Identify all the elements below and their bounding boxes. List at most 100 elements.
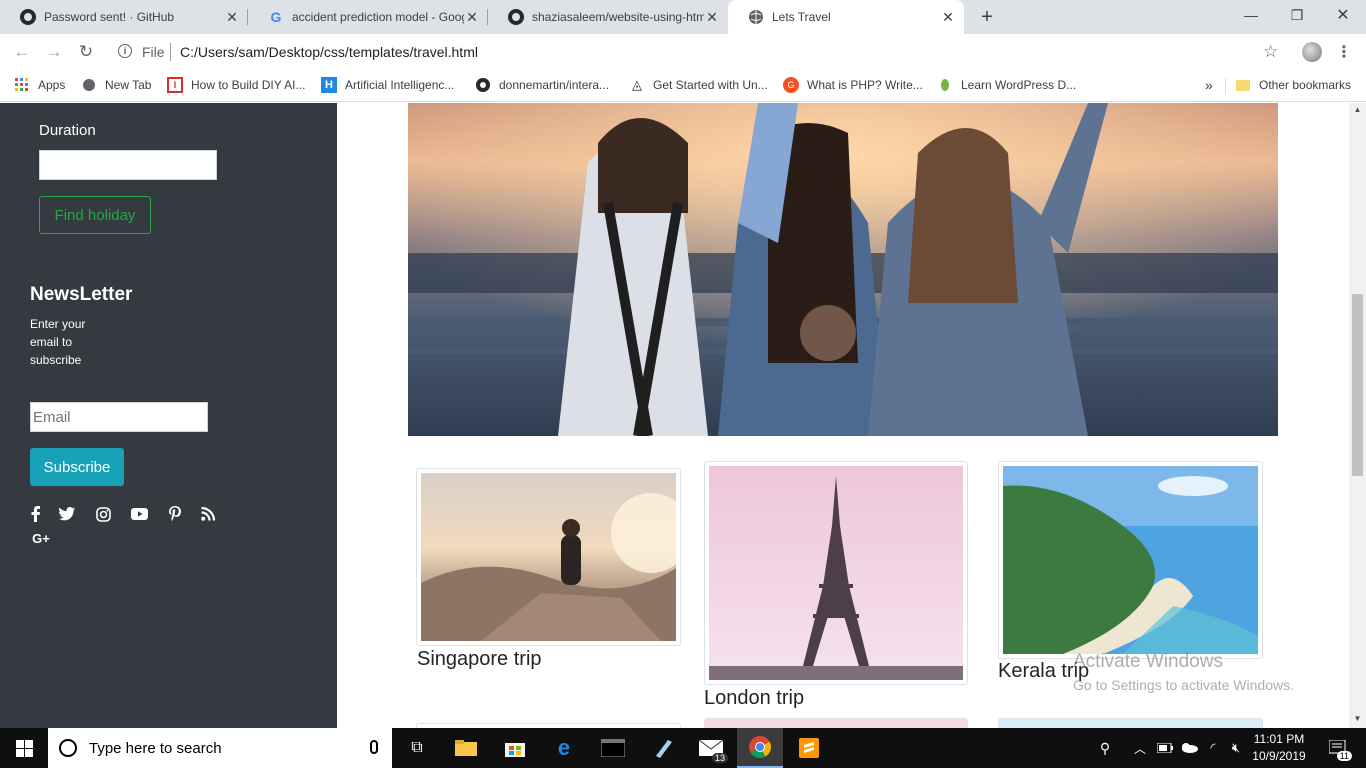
duration-input[interactable] [39, 150, 217, 180]
taskbar-clock[interactable]: 11:01 PM 10/9/2019 [1248, 731, 1310, 765]
windows-logo-icon [15, 739, 33, 757]
pinterest-icon[interactable] [166, 505, 184, 523]
bookmark-label: Get Started with Un... [653, 78, 768, 92]
bookmark-label: Learn WordPress D... [961, 78, 1077, 92]
trip-card-next-row[interactable] [704, 718, 968, 728]
site-icon: H [321, 77, 337, 93]
profile-avatar[interactable] [1302, 42, 1322, 62]
newsletter-text: Enter your email to subscribe [30, 317, 86, 367]
onedrive-icon[interactable] [1178, 728, 1200, 768]
trip-card-next-row[interactable] [998, 718, 1263, 728]
bookmark-label: Artificial Intelligenc... [345, 78, 455, 92]
store-icon[interactable] [492, 728, 538, 768]
close-icon[interactable]: ✕ [224, 9, 240, 25]
unity-icon: ◬ [632, 77, 642, 92]
file-explorer-icon[interactable] [443, 728, 489, 768]
chevron-up-icon[interactable]: ︿ [1130, 728, 1150, 768]
apps-grid-icon [14, 77, 30, 93]
tab-title: Password sent! · GitHub [44, 10, 175, 24]
tab-accident-prediction[interactable]: G accident prediction model - Goog ✕ [248, 0, 488, 34]
battery-icon[interactable] [1154, 728, 1176, 768]
bookmark-apps[interactable]: Apps [14, 77, 65, 93]
bookmark-label: How to Build DIY AI... [191, 78, 306, 92]
bookmark-donnemartin[interactable]: donnemartin/intera... [475, 77, 609, 93]
bookmark-wordpress[interactable]: Learn WordPress D... [937, 77, 1076, 93]
chrome-icon[interactable] [737, 728, 783, 768]
scroll-down-arrow-icon[interactable]: ▼ [1353, 714, 1362, 723]
people-icon[interactable]: ⚲ [1093, 728, 1117, 768]
action-center-icon[interactable]: 11 [1318, 728, 1358, 768]
find-holiday-button[interactable]: Find holiday [39, 196, 151, 234]
activate-windows-subtitle: Go to Settings to activate Windows. [1073, 677, 1294, 693]
bookmark-diy-ai[interactable]: I How to Build DIY AI... [167, 77, 306, 93]
close-icon[interactable]: ✕ [464, 9, 480, 25]
menu-kebab-icon[interactable]: ⋮ [1336, 42, 1352, 62]
tab-title: Lets Travel [772, 10, 831, 24]
tab-lets-travel[interactable]: Lets Travel ✕ [728, 0, 964, 34]
info-icon[interactable]: i [118, 44, 132, 58]
close-icon[interactable]: ✕ [704, 9, 720, 25]
forward-button[interactable]: → [42, 40, 66, 64]
kerala-trip-image [1003, 466, 1258, 654]
subscribe-button[interactable]: Subscribe [30, 448, 124, 486]
wifi-icon[interactable]: ◜ [1202, 728, 1224, 768]
trip-card-london[interactable] [704, 461, 968, 685]
tab-title: accident prediction model - Goog [292, 10, 464, 24]
tab-strip: Password sent! · GitHub ✕ G accident pre… [0, 0, 1366, 34]
london-trip-image [709, 466, 963, 680]
rss-icon[interactable] [199, 505, 217, 523]
bookmark-get-started[interactable]: ◬ Get Started with Un... [629, 77, 768, 93]
clock-date: 10/9/2019 [1252, 749, 1306, 763]
edge-icon[interactable]: e [541, 728, 587, 768]
page-viewport: Duration Find holiday NewsLetter Enter y… [0, 103, 1366, 728]
bookmark-label: Apps [38, 78, 66, 92]
trip-card-singapore[interactable] [416, 468, 691, 646]
bookmark-artificial-intelligence[interactable]: H Artificial Intelligenc... [321, 77, 454, 93]
terminal-icon[interactable] [590, 728, 636, 768]
facebook-icon[interactable] [26, 505, 44, 523]
notepad-icon[interactable] [639, 728, 685, 768]
close-icon[interactable]: ✕ [940, 9, 956, 25]
window-close-button[interactable]: ✕ [1320, 0, 1366, 30]
tab-title: shaziasaleem/website-using-htm [532, 10, 704, 24]
bookmark-label: What is PHP? Write... [807, 78, 923, 92]
tab-shaziasaleem-repo[interactable]: shaziasaleem/website-using-htm ✕ [488, 0, 728, 34]
scroll-up-arrow-icon[interactable]: ▲ [1353, 105, 1362, 114]
mail-icon[interactable]: 13 [688, 728, 734, 768]
bookmarks-overflow-button[interactable]: » [1205, 77, 1213, 93]
hero-image [408, 103, 1278, 436]
task-view-icon[interactable]: ⧉ [394, 728, 440, 768]
clock-time: 11:01 PM [1253, 732, 1305, 746]
github-icon [508, 9, 524, 25]
bookmark-php[interactable]: G What is PHP? Write... [783, 77, 923, 93]
globe-icon [81, 77, 97, 93]
address-bar[interactable]: C:/Users/sam/Desktop/css/templates/trave… [180, 44, 478, 60]
bookmark-other[interactable]: Other bookmarks [1235, 77, 1351, 93]
back-button[interactable]: ← [10, 40, 34, 64]
new-tab-button[interactable]: + [976, 6, 998, 28]
taskbar-search[interactable]: Type here to search [48, 728, 392, 768]
youtube-icon[interactable] [130, 505, 148, 523]
bookmarks-divider [1225, 78, 1226, 94]
reload-button[interactable]: ↻ [74, 40, 98, 64]
maximize-button[interactable]: ❐ [1274, 0, 1320, 30]
microphone-icon[interactable] [370, 740, 378, 754]
duration-label: Duration [39, 122, 96, 139]
sublime-text-icon[interactable] [786, 728, 832, 768]
page-scrollbar[interactable]: ▲ ▼ [1349, 103, 1366, 728]
github-icon [20, 9, 36, 25]
file-label: File [142, 44, 165, 60]
email-input[interactable] [30, 402, 208, 432]
twitter-icon[interactable] [58, 505, 76, 523]
star-icon[interactable]: ☆ [1263, 42, 1278, 62]
instagram-icon[interactable] [94, 505, 112, 523]
google-plus-icon[interactable]: G+ [30, 529, 52, 547]
mail-badge: 13 [711, 753, 728, 763]
volume-muted-icon[interactable]: 🔇︎ [1225, 728, 1247, 768]
minimize-button[interactable]: — [1228, 0, 1274, 30]
bookmark-new-tab[interactable]: New Tab [81, 77, 151, 93]
trip-card-kerala[interactable] [998, 461, 1263, 659]
start-button[interactable] [0, 728, 48, 768]
scrollbar-thumb[interactable] [1352, 294, 1363, 476]
tab-github-password[interactable]: Password sent! · GitHub ✕ [0, 0, 248, 34]
